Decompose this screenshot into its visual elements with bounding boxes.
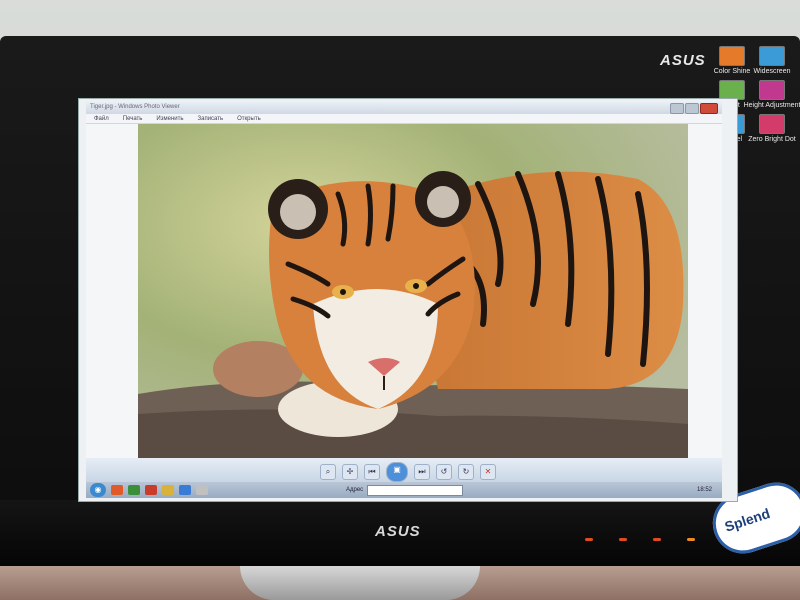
widescreen-icon — [759, 46, 785, 66]
screen: Tiger.jpg - Windows Photo Viewer Файл Пе… — [78, 98, 738, 502]
taskbar-app-icon[interactable] — [145, 485, 157, 495]
menu-burn[interactable]: Записать — [198, 114, 224, 123]
zero-bright-dot-icon — [759, 114, 785, 134]
feature-widescreen: Widescreen — [742, 46, 800, 75]
address-label: Адрес — [346, 487, 364, 493]
taskbar-app-icon[interactable] — [179, 485, 191, 495]
menu-bar: Файл Печать Изменить Записать Открыть — [86, 114, 722, 124]
taskbar-app-icon[interactable] — [196, 485, 208, 495]
window-titlebar: Tiger.jpg - Windows Photo Viewer — [86, 102, 722, 114]
photo-area — [86, 124, 722, 458]
tiger-illustration — [138, 124, 688, 458]
tiger-photo — [138, 124, 688, 458]
maximize-button[interactable] — [685, 103, 699, 114]
viewer-toolbar: ⌕ ✢ ⏮ ▣ ⏭ ↺ ↻ ✕ — [86, 458, 722, 482]
menu-open[interactable]: Открыть — [237, 114, 261, 123]
taskbar: ◉ Адрес 18:52 — [86, 482, 722, 498]
monitor-stand — [240, 566, 480, 600]
brand-logo-bottom: ASUS — [375, 523, 421, 540]
start-button[interactable]: ◉ — [90, 483, 106, 497]
monitor-button[interactable] — [619, 538, 627, 541]
taskbar-app-icon[interactable] — [162, 485, 174, 495]
zoom-button[interactable]: ⌕ — [320, 464, 336, 480]
window-title: Tiger.jpg - Windows Photo Viewer — [90, 104, 180, 110]
feature-label: Height Adjustment — [743, 102, 800, 109]
address-input[interactable] — [367, 484, 464, 496]
next-button[interactable]: ⏭ — [414, 464, 430, 480]
menu-print[interactable]: Печать — [123, 114, 143, 123]
feature-label: Zero Bright Dot — [748, 136, 796, 143]
monitor-button[interactable] — [653, 538, 661, 541]
minimize-button[interactable] — [670, 103, 684, 114]
menu-edit[interactable]: Изменить — [156, 114, 183, 123]
brand-logo-top: ASUS — [660, 52, 706, 69]
feature-zero-bright-dot: Zero Bright Dot — [742, 114, 800, 143]
delete-button[interactable]: ✕ — [480, 464, 496, 480]
menu-file[interactable]: Файл — [94, 114, 109, 123]
monitor-button[interactable] — [585, 538, 593, 541]
rotate-right-button[interactable]: ↻ — [458, 464, 474, 480]
rotate-left-button[interactable]: ↺ — [436, 464, 452, 480]
monitor-buttons — [585, 538, 695, 541]
height-adjustment-icon — [759, 80, 785, 100]
tray-clock: 18:52 — [696, 487, 712, 493]
monitor-button[interactable] — [687, 538, 695, 541]
taskbar-app-icon[interactable] — [128, 485, 140, 495]
close-button[interactable] — [700, 103, 718, 114]
previous-button[interactable]: ⏮ — [364, 464, 380, 480]
slideshow-button[interactable]: ▣ — [386, 462, 408, 482]
feature-height-adjustment: Height Adjustment — [742, 80, 800, 109]
actual-size-button[interactable]: ✢ — [342, 464, 358, 480]
feature-label: Widescreen — [753, 68, 791, 75]
taskbar-app-icon[interactable] — [111, 485, 123, 495]
